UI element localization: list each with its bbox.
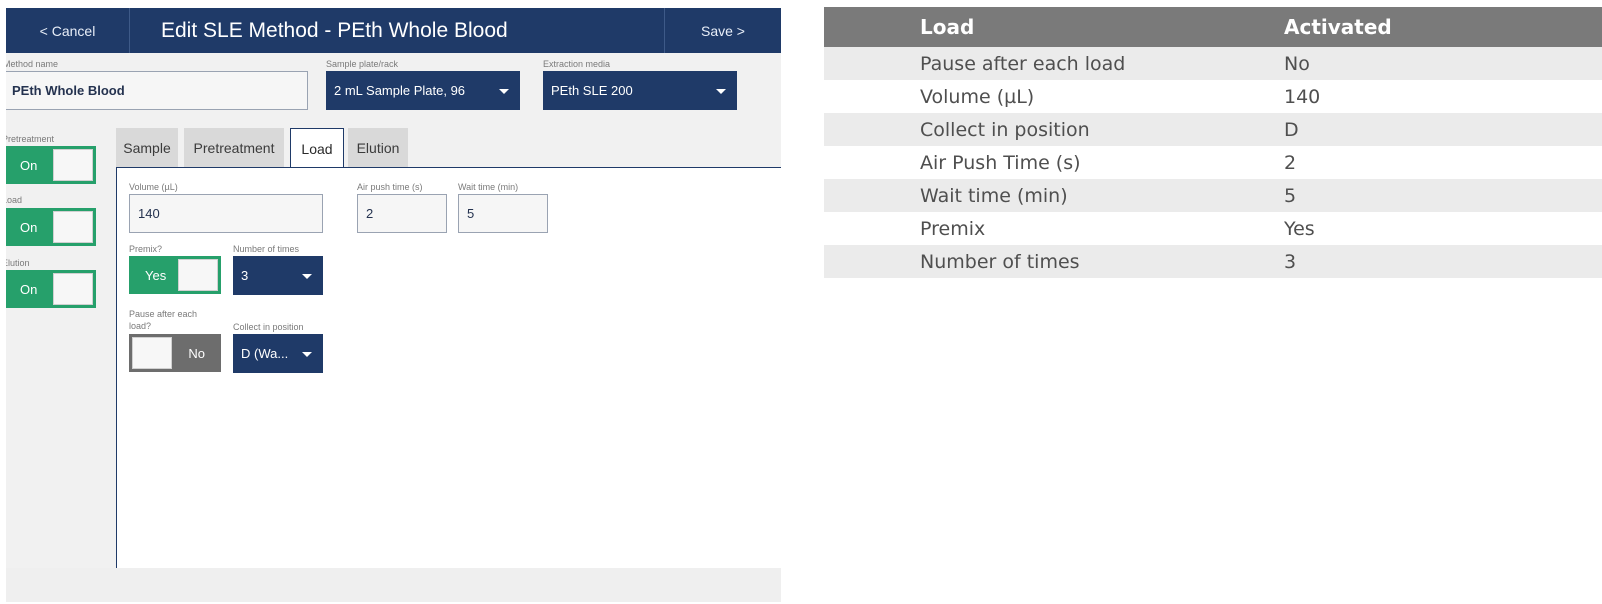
- setting-name-cell: Pause after each load: [824, 47, 1284, 80]
- setting-value-cell: D: [1284, 113, 1602, 146]
- collect-in-position-value: D (Wa...: [241, 346, 289, 361]
- setting-name-cell: Air Push Time (s): [824, 146, 1284, 179]
- elution-toggle[interactable]: On: [6, 270, 96, 308]
- column-header-activated: Activated: [1284, 7, 1602, 47]
- wait-time-label: Wait time (min): [458, 182, 519, 192]
- step-tabs: Sample Pretreatment Load Elution: [116, 128, 781, 169]
- method-name-label: Method name: [6, 59, 59, 69]
- toggle-knob: [53, 149, 93, 181]
- table-row: Number of times 3: [824, 245, 1602, 278]
- number-of-times-label: Number of times: [233, 244, 300, 254]
- tab-pretreatment[interactable]: Pretreatment: [184, 128, 284, 168]
- setting-value-cell: 5: [1284, 179, 1602, 212]
- air-push-time-label: Air push time (s): [357, 182, 423, 192]
- table-row: Collect in position D: [824, 113, 1602, 146]
- toggle-knob: [178, 259, 218, 291]
- sample-plate-label: Sample plate/rack: [326, 59, 399, 69]
- setting-value-cell: 2: [1284, 146, 1602, 179]
- sle-method-editor: < Cancel Edit SLE Method - PEth Whole Bl…: [6, 8, 781, 602]
- method-settings-bar: Method name PEth Whole Blood Sample plat…: [6, 53, 781, 128]
- method-name-input[interactable]: PEth Whole Blood: [6, 71, 308, 110]
- table-row: Air Push Time (s) 2: [824, 146, 1602, 179]
- pretreatment-toggle[interactable]: On: [6, 146, 96, 184]
- toggle-state-label: No: [188, 345, 205, 361]
- number-of-times-dropdown[interactable]: 3: [233, 256, 323, 295]
- setting-value-cell: 140: [1284, 80, 1602, 113]
- table-row: Volume (µL) 140: [824, 80, 1602, 113]
- elution-toggle-label: Elution: [6, 258, 30, 268]
- tab-load[interactable]: Load: [290, 128, 344, 169]
- toggle-state-label: Yes: [145, 267, 167, 283]
- premix-label: Premix?: [129, 244, 163, 254]
- number-of-times-value: 3: [241, 268, 249, 283]
- load-settings-panel: Volume (µL) 140 Air push time (s) 2 Wait…: [116, 167, 781, 568]
- setting-name-cell: Collect in position: [824, 113, 1284, 146]
- table-header-row: Load Activated: [824, 7, 1602, 47]
- setting-name-cell: Wait time (min): [824, 179, 1284, 212]
- chevron-down-icon: [302, 273, 312, 279]
- sample-plate-value: 2 mL Sample Plate, 96: [334, 83, 466, 98]
- footer-bar: [6, 568, 781, 602]
- toggle-knob: [132, 337, 172, 369]
- setting-name-cell: Volume (µL): [824, 80, 1284, 113]
- pause-after-load-label-line1: Pause after each: [129, 309, 198, 319]
- toggle-knob: [53, 211, 93, 243]
- load-toggle[interactable]: On: [6, 208, 96, 246]
- extraction-media-value: PEth SLE 200: [551, 83, 633, 98]
- volume-input[interactable]: 140: [129, 194, 323, 233]
- collect-in-position-dropdown[interactable]: D (Wa...: [233, 334, 323, 373]
- load-toggle-label: Load: [6, 195, 23, 205]
- page-title: Edit SLE Method - PEth Whole Blood: [161, 18, 508, 42]
- top-bar: < Cancel Edit SLE Method - PEth Whole Bl…: [6, 8, 781, 53]
- column-header-load: Load: [824, 7, 1284, 47]
- chevron-down-icon: [716, 88, 726, 94]
- extraction-media-dropdown[interactable]: PEth SLE 200: [543, 71, 737, 110]
- table-row: Pause after each load No: [824, 47, 1602, 80]
- wait-time-input[interactable]: 5: [458, 194, 548, 233]
- cancel-button[interactable]: < Cancel: [6, 8, 130, 53]
- table-row: Premix Yes: [824, 212, 1602, 245]
- setting-name-cell: Premix: [824, 212, 1284, 245]
- sample-plate-dropdown[interactable]: 2 mL Sample Plate, 96: [326, 71, 520, 110]
- toggle-knob: [53, 273, 93, 305]
- toggle-state-label: On: [20, 281, 38, 297]
- save-button[interactable]: Save >: [664, 8, 781, 53]
- load-summary-table: Load Activated Pause after each load No …: [824, 7, 1602, 278]
- setting-name-cell: Number of times: [824, 245, 1284, 278]
- step-sidebar: Pretreatment On Load On Elution On: [6, 128, 116, 602]
- toggle-state-label: On: [20, 157, 38, 173]
- toggle-state-label: On: [20, 219, 38, 235]
- chevron-down-icon: [499, 88, 509, 94]
- pretreatment-toggle-label: Pretreatment: [6, 134, 55, 144]
- tab-sample[interactable]: Sample: [116, 128, 178, 168]
- setting-value-cell: Yes: [1284, 212, 1602, 245]
- setting-value-cell: 3: [1284, 245, 1602, 278]
- air-push-time-input[interactable]: 2: [357, 194, 447, 233]
- pause-after-load-toggle[interactable]: No: [129, 334, 221, 372]
- premix-toggle[interactable]: Yes: [129, 256, 221, 294]
- setting-value-cell: No: [1284, 47, 1602, 80]
- volume-label: Volume (µL): [129, 182, 178, 192]
- tab-elution[interactable]: Elution: [348, 128, 408, 168]
- chevron-down-icon: [302, 351, 312, 357]
- collect-in-position-label: Collect in position: [233, 322, 304, 332]
- table-row: Wait time (min) 5: [824, 179, 1602, 212]
- pause-after-load-label-line2: load?: [129, 321, 152, 331]
- extraction-media-label: Extraction media: [543, 59, 611, 69]
